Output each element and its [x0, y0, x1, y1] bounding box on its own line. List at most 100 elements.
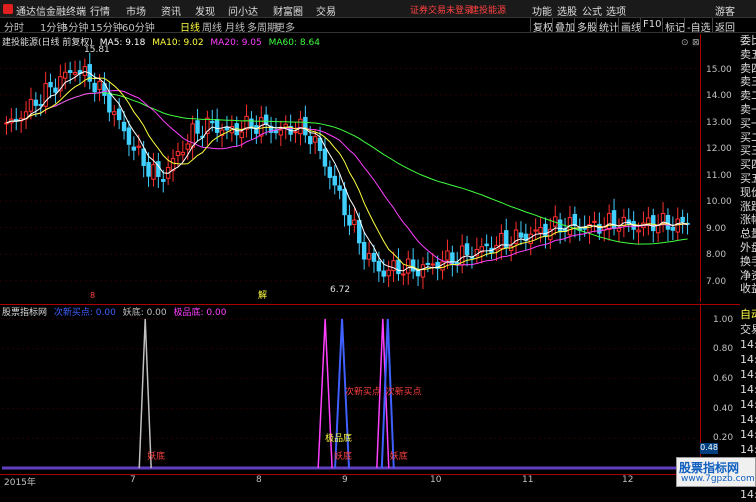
menu-caifuquan[interactable]: 财富圈: [273, 3, 303, 18]
quote-label: 买一: [740, 116, 756, 130]
menu-gongshi[interactable]: 公式: [582, 3, 602, 18]
candle-body: [371, 252, 377, 262]
ind-tick: 0.20: [713, 433, 734, 443]
candle-body: [293, 131, 298, 134]
period-fenshi[interactable]: 分时: [4, 19, 24, 34]
price-axis: 15.00 14.00 13.00 12.00 11.00 10.00 9.00…: [700, 34, 740, 302]
candle-body: [606, 213, 612, 230]
menu-youke[interactable]: 游客: [715, 3, 735, 18]
trade-label: 14:56: [740, 413, 756, 426]
app-title: 通达信金融终端: [16, 7, 86, 18]
period-multi[interactable]: 多周期: [247, 19, 277, 34]
trade-label: 14:56: [740, 368, 756, 381]
quote-label: 净资: [740, 268, 756, 282]
period-day[interactable]: 日线: [180, 19, 200, 34]
ind-tick: 0.40: [713, 404, 734, 414]
ind-tick: 1.00: [713, 315, 734, 325]
candle-body: [538, 226, 543, 234]
ma60-value: MA60: 8.64: [268, 38, 320, 48]
candle-body: [401, 273, 406, 276]
quote-label: 买四: [740, 158, 756, 172]
quote-label: 收益: [740, 282, 756, 296]
trade-label: 交易: [740, 323, 756, 336]
candle-body: [430, 263, 435, 266]
candle-body: [136, 145, 141, 148]
candle-body: [352, 219, 357, 225]
candle-body: [112, 111, 117, 115]
close-icon[interactable]: ⊠: [692, 38, 700, 48]
stock-name: 建投能源: [470, 6, 507, 16]
ind-tick: 0.80: [713, 344, 734, 354]
price-grid: [0, 68, 700, 282]
menu-hangqing[interactable]: 行情: [90, 3, 110, 18]
candle-body: [4, 122, 9, 125]
period-month[interactable]: 月线: [225, 19, 245, 34]
watermark-url: www.7gpzb.com: [681, 474, 755, 484]
settings-icon[interactable]: ⊙: [681, 38, 689, 48]
period-more[interactable]: 更多: [275, 19, 295, 34]
ma20-value: MA20: 9.05: [210, 38, 262, 48]
candle-body: [92, 82, 97, 93]
current-indicator-value: 0.48: [700, 443, 718, 454]
candle-body: [376, 260, 382, 272]
candle-body: [141, 148, 146, 166]
ann-yaodi-2: 妖底: [334, 450, 352, 462]
candle-body: [195, 120, 200, 134]
candle-body: [126, 127, 132, 145]
quote-label: 涨幅: [740, 213, 756, 227]
candle-body: [445, 250, 450, 261]
candle-body: [455, 262, 460, 265]
candle-body: [67, 70, 73, 73]
kline-chart[interactable]: 15.81 6.72 解 8 ⊙ ⊠: [0, 34, 700, 302]
period-15min[interactable]: 15分钟: [90, 19, 123, 34]
menu-zixun[interactable]: 资讯: [161, 3, 181, 18]
low-label: 6.72: [330, 285, 350, 295]
candle-body: [337, 185, 342, 191]
app-logo-icon: [3, 4, 13, 14]
price-tick: 10.00: [706, 197, 732, 207]
trade-label: 14:56: [740, 488, 756, 501]
price-tick: 15.00: [706, 65, 732, 75]
btn-zixuan[interactable]: -自选: [684, 18, 713, 34]
btn-fanhui[interactable]: 返回: [712, 18, 737, 34]
ma20-line: [6, 89, 688, 266]
menu-shichang[interactable]: 市场: [126, 3, 146, 18]
price-tick: 11.00: [706, 171, 732, 181]
menu-gongneng[interactable]: 功能: [532, 3, 552, 18]
period-week[interactable]: 周线: [202, 19, 222, 34]
ma10-value: MA10: 9.02: [152, 38, 204, 48]
price-tick: 9.00: [706, 224, 727, 234]
period-5min[interactable]: 5分钟: [62, 19, 88, 34]
menu-jiaoyi[interactable]: 交易: [316, 3, 336, 18]
candle-body: [298, 118, 303, 135]
candle-body: [347, 214, 352, 226]
candle-body: [72, 71, 78, 75]
ind-tick: 0.60: [713, 374, 734, 384]
btn-f10[interactable]: F10: [640, 18, 663, 32]
trade-label: 14:56: [740, 443, 756, 456]
quote-label: 卖三: [740, 75, 756, 89]
candle-body: [670, 226, 676, 231]
chart-info: 建投能源(日线 前复权) MA5: 9.18 MA10: 9.02 MA20: …: [2, 35, 320, 48]
menu-xuangu[interactable]: 选股: [557, 3, 577, 18]
candle-body: [621, 216, 627, 227]
quote-label: 卖一: [740, 102, 756, 116]
trade-label: 14:56: [740, 398, 756, 411]
menu-faxian[interactable]: 发现: [195, 3, 215, 18]
candle-body: [386, 269, 391, 277]
indicator-chart[interactable]: 妖底 妖底 妖底 次新买点 次新买点 极品底: [0, 304, 700, 474]
period-toolbar: 分时 1分钟 5分钟 15分钟 60分钟 日线 周线 月线 多周期 更多 复权 …: [0, 18, 756, 34]
candle-body: [572, 213, 578, 227]
period-60min[interactable]: 60分钟: [122, 19, 155, 34]
candle-body: [33, 99, 39, 106]
candle-body: [450, 252, 455, 266]
menu-xuanxiang[interactable]: 选项: [606, 3, 626, 18]
candle-body: [616, 227, 622, 232]
price-tick: 14.00: [706, 91, 732, 101]
menu-wenxiaoda[interactable]: 问小达: [228, 3, 258, 18]
ma5-value: MA5: 9.18: [99, 38, 146, 48]
candle-body: [391, 260, 396, 272]
trade-warning[interactable]: 证券交易未登录: [410, 3, 473, 16]
candle-body: [151, 164, 156, 180]
candle-body: [308, 136, 313, 145]
